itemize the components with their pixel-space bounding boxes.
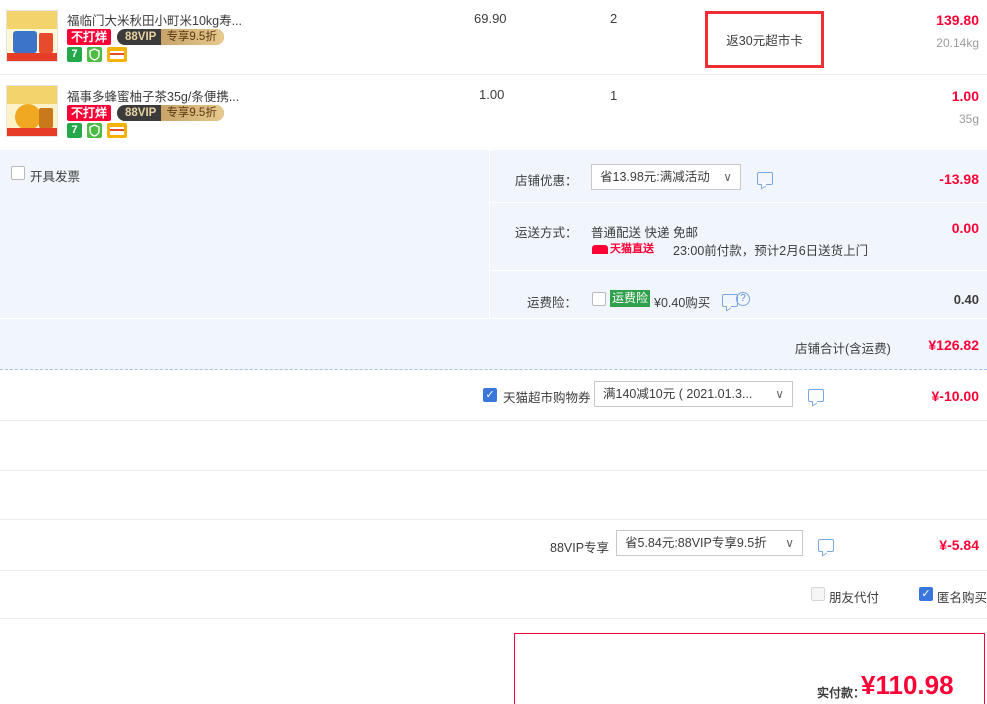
anonymous-label[interactable]: 匿名购买 [937, 587, 987, 606]
store-total-amount: ¥126.82 [928, 337, 979, 353]
vip-tag-right: 专享9.5折 [161, 29, 224, 45]
shipping-method: 普通配送 快递 免邮 [591, 226, 698, 240]
shield-icon[interactable] [87, 123, 102, 138]
promo-text: 返30元超市卡 [726, 34, 803, 48]
store-discount-value: 省13.98元:满减活动 [600, 170, 710, 184]
card-icon[interactable] [107, 47, 127, 62]
insurance-amount: 0.40 [953, 292, 979, 307]
vip-tag-left: 88VIP [117, 29, 162, 45]
shield-icon[interactable] [87, 47, 102, 62]
divider [0, 570, 987, 571]
coupon-label[interactable]: 天猫超市购物券 [503, 387, 591, 406]
product-title[interactable]: 福临门大米秋田小町米10kg寿... [67, 10, 242, 29]
card-icon[interactable] [107, 123, 127, 138]
vip-tag-right: 专享9.5折 [161, 105, 224, 121]
shipping-label: 运送方式： [515, 226, 578, 240]
insurance-checkbox[interactable] [592, 292, 606, 306]
chevron-down-icon: ∨ [785, 536, 794, 550]
message-icon[interactable] [757, 172, 773, 185]
divider [0, 369, 987, 371]
item-subtotal: 1.00 [951, 88, 979, 104]
divider [0, 618, 987, 619]
invoice-label[interactable]: 开具发票 [30, 166, 80, 185]
vip-value: 省5.84元:88VIP专享9.5折 [625, 536, 767, 550]
divider [490, 202, 987, 203]
tmall-direct-badge: 天猫直送 [592, 240, 654, 256]
payment-summary-box: 实付款： ¥110.98 [514, 633, 985, 704]
pay-amount: ¥110.98 [861, 670, 954, 700]
coupon-checkbox[interactable]: ✓ [483, 388, 497, 402]
vip-label: 88VIP专享 [550, 541, 610, 555]
store-discount-label: 店铺优惠： [515, 174, 578, 188]
divider [489, 150, 490, 318]
item-subtotal: 139.80 [936, 12, 979, 28]
coupon-value: 满140减10元 ( 2021.01.3... [603, 387, 753, 401]
item-weight: 20.14kg [936, 36, 979, 50]
delivery-note: 23:00前付款，预计2月6日送货上门 [673, 244, 869, 258]
store-discount-amount: -13.98 [939, 171, 979, 187]
message-icon[interactable] [808, 389, 824, 402]
store-total-label: 店铺合计(含运费) [795, 342, 891, 356]
divider [0, 519, 987, 520]
no-discount-tag: 不打烊 [67, 29, 112, 45]
divider [0, 318, 987, 319]
insurance-price: ¥0.40购买 [654, 296, 711, 310]
item-weight: 35g [958, 112, 979, 126]
store-summary-panel [0, 150, 987, 370]
seven-day-return-icon[interactable]: 7 [67, 47, 82, 62]
divider [0, 420, 987, 421]
insurance-label: 运费险： [527, 296, 578, 310]
product-image[interactable] [6, 10, 58, 62]
vip-select[interactable]: 省5.84元:88VIP专享9.5折 ∨ [616, 530, 803, 556]
chevron-down-icon: ∨ [723, 170, 732, 184]
vip-tag: 88VIP 专享9.5折 [117, 105, 224, 121]
quantity[interactable]: 1 [610, 88, 617, 103]
promo-highlight-box: 返30元超市卡 [705, 11, 824, 68]
product-title[interactable]: 福事多蜂蜜柚子茶35g/条便携... [67, 86, 239, 105]
divider [490, 270, 987, 271]
tmall-direct-text: 天猫直送 [610, 243, 654, 255]
coupon-select[interactable]: 满140减10元 ( 2021.01.3... ∨ [594, 381, 793, 407]
friend-pay-label[interactable]: 朋友代付 [829, 587, 879, 606]
unit-price: 69.90 [474, 11, 507, 26]
pay-label: 实付款： [817, 686, 866, 700]
unit-price: 1.00 [479, 87, 505, 102]
vip-tag: 88VIP 专享9.5折 [117, 29, 224, 45]
quantity[interactable]: 2 [610, 11, 617, 26]
shipping-amount: 0.00 [951, 220, 979, 236]
divider [0, 470, 987, 471]
invoice-checkbox[interactable] [11, 166, 25, 180]
vip-amount: ¥-5.84 [939, 537, 979, 553]
help-icon[interactable]: ? [736, 292, 750, 306]
vip-tag-left: 88VIP [117, 105, 162, 121]
tmall-cat-icon [592, 244, 608, 254]
seven-day-return-icon[interactable]: 7 [67, 123, 82, 138]
insurance-tag: 运费险 [610, 290, 651, 307]
coupon-amount: ¥-10.00 [931, 388, 979, 404]
message-icon[interactable] [818, 539, 834, 552]
no-discount-tag: 不打烊 [67, 105, 112, 121]
product-image[interactable] [6, 85, 58, 137]
divider [0, 74, 987, 75]
anonymous-checkbox[interactable]: ✓ [919, 587, 933, 601]
friend-pay-checkbox[interactable] [811, 587, 825, 601]
chevron-down-icon: ∨ [775, 387, 784, 401]
store-discount-select[interactable]: 省13.98元:满减活动 ∨ [591, 164, 741, 190]
